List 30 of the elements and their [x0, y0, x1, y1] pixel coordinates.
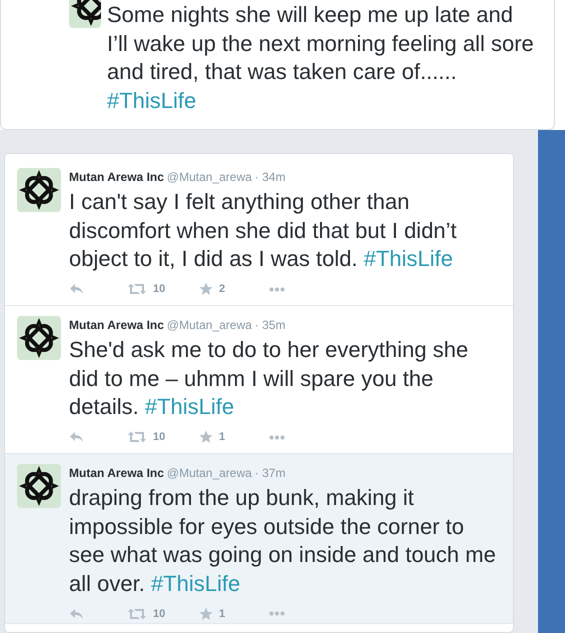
- hashtag-link[interactable]: #ThisLife: [150, 570, 240, 596]
- author-name[interactable]: Mutan Arewa Inc: [69, 464, 164, 482]
- retweet-count: 10: [153, 282, 166, 298]
- tweet-text: Some nights she will keep me up late and I’ll wake up the next morning feeling all sore and tired, that was taken care of...... #ThisLife: [107, 1, 535, 114]
- tweet-time[interactable]: · 35m: [254, 316, 286, 334]
- avatar-icon: [17, 464, 61, 508]
- favorite-count: 1: [219, 430, 226, 446]
- star-icon[interactable]: [199, 429, 213, 446]
- hashtag-link[interactable]: #ThisLife: [107, 88, 196, 112]
- tweet-time[interactable]: · 34m: [254, 168, 286, 186]
- star-icon[interactable]: [199, 281, 213, 298]
- avatar-icon: [17, 316, 61, 360]
- author-handle: @Mutan_arewa: [166, 169, 252, 186]
- tweet-text: I can't say I felt anything other than discomfort when she did that but I didn’t object to it, I did as I was told. #ThisLife: [69, 188, 458, 273]
- tweet-text: She'd ask me to do to her everything she did to me – uhmm I will spare you the details. #ThisLife: [69, 336, 470, 421]
- author-name[interactable]: Mutan Arewa Inc: [69, 316, 164, 334]
- tweet-time[interactable]: · 37m: [254, 464, 286, 482]
- hashtag-link[interactable]: #ThisLife: [364, 246, 453, 271]
- favorite-count: 1: [219, 606, 226, 622]
- favorite-count: 2: [219, 282, 226, 298]
- avatar-icon: [69, 0, 101, 28]
- retweet-count: 10: [153, 606, 166, 622]
- tweet-text: draping from the up bunk, making it impossible for eyes outside the corner to see what was going on inside and touch me all over. #ThisLife: [69, 484, 497, 598]
- hashtag-link[interactable]: #ThisLife: [144, 394, 234, 419]
- author-name[interactable]: Mutan Arewa Inc: [69, 168, 164, 186]
- author-handle: @Mutan_arewa: [166, 317, 252, 334]
- retweet-count: 10: [153, 430, 166, 446]
- star-icon[interactable]: [199, 606, 213, 622]
- avatar-icon: [17, 168, 61, 212]
- author-handle: @Mutan_arewa: [166, 465, 252, 482]
